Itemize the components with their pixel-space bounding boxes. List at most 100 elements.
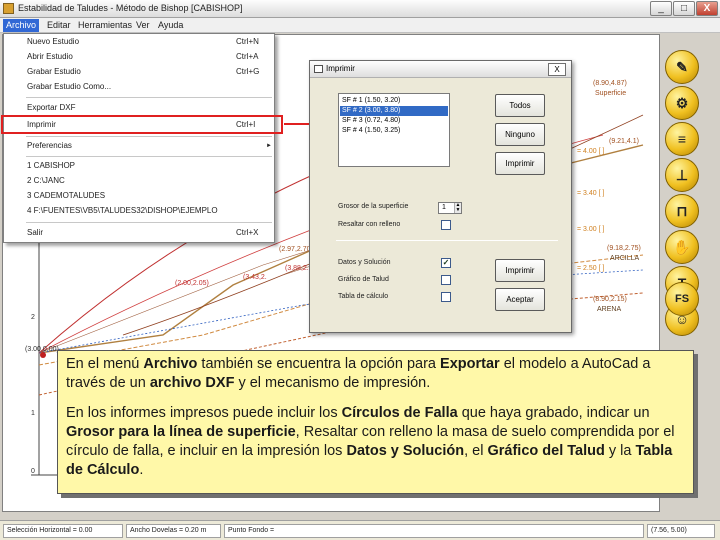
canvas-label: (3.88,2.: [285, 265, 309, 272]
menu-item-abrir-estudio[interactable]: Abrir Estudio Ctrl+A: [4, 50, 274, 64]
imprimir-highlight: [1, 115, 283, 134]
submenu-arrow-icon: ►: [266, 143, 272, 149]
canvas-label: (9.21,4.1): [609, 138, 639, 145]
canvas-label: = 3.40 [ ]: [577, 190, 604, 197]
p2-run: que haya grabado, indicar un: [457, 405, 650, 421]
grosor-label: Grosor de la superficie: [338, 203, 409, 210]
canvas-label: (2.97,2.70): [279, 246, 313, 253]
layers-icon[interactable]: ≡: [665, 122, 699, 156]
datos-label: Datos y Solución: [338, 259, 391, 266]
p2-run: , el: [464, 443, 488, 459]
canvas-label: = 4.00 [ ]: [577, 148, 604, 155]
menu-ayuda[interactable]: Ayuda: [155, 19, 186, 32]
title-bar: Estabilidad de Taludes - Método de Bisho…: [0, 0, 720, 18]
menu-bar: Archivo Editar Herramientas Ver Ayuda: [0, 18, 720, 33]
printer-icon: [314, 65, 323, 73]
list-item[interactable]: SF # 2 (3.00, 3.80): [340, 106, 448, 116]
canvas-label: (8.90,4.87): [593, 80, 627, 87]
p1-run: Exportar: [440, 356, 500, 372]
minimize-button[interactable]: _: [650, 1, 672, 16]
archivo-menu: Nuevo Estudio Ctrl+N Abrir Estudio Ctrl+A …: [3, 33, 275, 243]
tabla-label: Tabla de cálculo: [338, 293, 389, 300]
list-item[interactable]: SF # 3 (0.72, 4.80): [340, 116, 448, 126]
p2-run: y la: [604, 443, 636, 459]
canvas-label: (3.00,0.00): [25, 346, 59, 353]
canvas-label: (8.90,2.15): [593, 296, 627, 303]
print-dialog: Imprimir X SF # 1 (1.50, 3.20) SF # 2 (3…: [309, 60, 572, 333]
status-coordinates: (7.56, 5.00): [647, 524, 715, 538]
safety-factor-button[interactable]: FS: [665, 282, 699, 316]
maximize-button[interactable]: □: [673, 1, 695, 16]
draw-surface-icon[interactable]: ✎: [665, 50, 699, 84]
menu-item-recent-3[interactable]: 3 CADEMOTALUDES: [4, 189, 274, 203]
menu-item-recent-2[interactable]: 2 C:\JANC: [4, 174, 274, 188]
p1-run: Archivo: [143, 356, 198, 372]
canvas-label: = 2.50 [ ]: [577, 265, 604, 272]
list-item[interactable]: SF # 4 (1.50, 3.25): [340, 126, 448, 136]
imprimir-button[interactable]: Imprimir: [495, 259, 545, 282]
menu-archivo[interactable]: Archivo: [3, 19, 40, 32]
load-icon[interactable]: ⊓: [665, 194, 699, 228]
menu-separator: [26, 222, 272, 223]
tutorial-callout: En el menú Archivo también se encuentra …: [57, 350, 694, 494]
dialog-title-bar: Imprimir X: [310, 61, 571, 78]
status-bar: Selección Horizontal = 0.00 Ancho Dovela…: [0, 520, 720, 540]
canvas-label: ARENA: [597, 306, 621, 313]
menu-separator: [26, 136, 272, 137]
p2-run: .: [139, 462, 144, 478]
menu-item-grabar-como[interactable]: Grabar Estudio Como...: [4, 80, 274, 94]
hand-icon[interactable]: ✋: [665, 230, 699, 264]
menu-item-grabar-estudio[interactable]: Grabar Estudio Ctrl+G: [4, 65, 274, 79]
p1-run: también se encuentra la opción para: [197, 356, 441, 372]
close-button[interactable]: X: [696, 1, 718, 16]
menu-item-recent-1[interactable]: 1 CABISHOP: [4, 159, 274, 173]
menu-item-salir[interactable]: Salir Ctrl+X: [4, 226, 274, 240]
p2-run: Círculos de Falla: [341, 405, 458, 421]
menu-item-recent-4[interactable]: 4 F:\FUENTES\VB5\TALUDES32\DISHOP\EJEMPL…: [4, 204, 274, 218]
dialog-separator: [336, 240, 558, 241]
menu-item-exportar-dxf[interactable]: Exportar DXF: [4, 101, 274, 115]
water-table-icon[interactable]: ⊥: [665, 158, 699, 192]
ninguno-button[interactable]: Ninguno: [495, 123, 545, 146]
callout-paragraph-1: En el menú Archivo también se encuentra …: [66, 355, 685, 393]
axis-tick: 2: [31, 314, 35, 321]
datos-checkbox[interactable]: ✓: [441, 258, 451, 268]
axis-tick: 0: [31, 468, 35, 475]
axis-tick: 1: [31, 410, 35, 417]
menu-item-preferencias[interactable]: Preferencias ►: [4, 139, 274, 153]
p2-run: Gráfico del Talud: [487, 443, 605, 459]
canvas-label: (3.43,2.: [243, 274, 267, 281]
p2-run: Grosor para la línea de superficie: [66, 424, 296, 440]
p2-run: Datos y Solución: [346, 443, 465, 459]
canvas-label: (9.18,2.75): [607, 245, 641, 252]
relleno-label: Resaltar con relleno: [338, 221, 401, 228]
menu-ver[interactable]: Ver: [133, 19, 153, 32]
status-ancho-dovelas: Ancho Dovelas = 0.20 m: [126, 524, 221, 538]
todos-button[interactable]: Todos: [495, 94, 545, 117]
menu-item-nuevo-estudio[interactable]: Nuevo Estudio Ctrl+N: [4, 35, 274, 49]
p1-run: archivo DXF: [149, 375, 235, 391]
settings-icon[interactable]: ⚙: [665, 86, 699, 120]
window-title: Estabilidad de Taludes - Método de Bisho…: [18, 3, 243, 13]
canvas-label: = 3.00 [ ]: [577, 226, 604, 233]
aceptar-button[interactable]: Aceptar: [495, 288, 545, 311]
surface-listbox[interactable]: SF # 1 (1.50, 3.20) SF # 2 (3.00, 3.80) …: [338, 93, 450, 167]
app-icon: [3, 3, 14, 14]
spinner-arrows-icon[interactable]: ▲ ▼: [454, 203, 461, 213]
grosor-spinner[interactable]: 1 ▲ ▼: [438, 202, 462, 214]
canvas-label: (2.00,2.05): [175, 280, 209, 287]
status-seleccion: Selección Horizontal = 0.00: [3, 524, 123, 538]
menu-herramientas[interactable]: Herramientas: [75, 19, 135, 32]
p2-run: En los informes impresos puede incluir l…: [66, 405, 342, 421]
status-punto-fondo: Punto Fondo =: [224, 524, 644, 538]
imprimir-list-button[interactable]: Imprimir: [495, 152, 545, 175]
menu-editar[interactable]: Editar: [44, 19, 74, 32]
tabla-checkbox[interactable]: [441, 292, 451, 302]
canvas-label: Superficie: [595, 90, 626, 97]
dialog-close-button[interactable]: X: [548, 63, 566, 76]
canvas-label: ARCILLA: [610, 255, 640, 262]
relleno-checkbox[interactable]: [441, 220, 451, 230]
list-item[interactable]: SF # 1 (1.50, 3.20): [340, 96, 448, 106]
p1-run: En el menú: [66, 356, 144, 372]
grafico-checkbox[interactable]: [441, 275, 451, 285]
